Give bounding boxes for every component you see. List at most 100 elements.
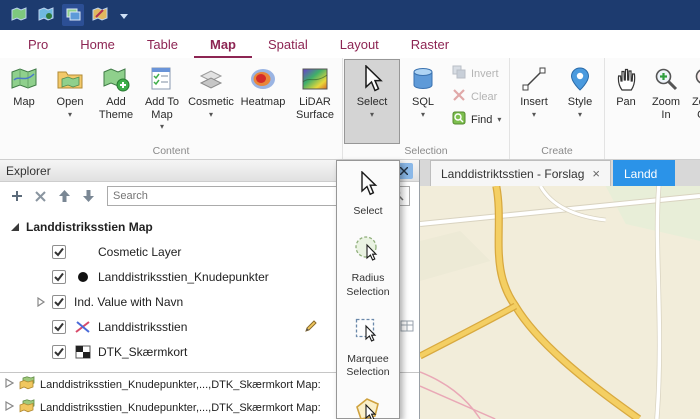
add-layer-button[interactable] — [9, 189, 24, 204]
insert-line-icon — [519, 65, 549, 93]
tab-home[interactable]: Home — [64, 30, 131, 58]
layer-checkbox[interactable] — [52, 319, 66, 334]
move-down-button[interactable] — [81, 189, 96, 204]
lidar-surface-button-label: LiDAR Surface — [296, 96, 334, 121]
lidar-surface-button[interactable]: LiDAR Surface — [289, 59, 341, 144]
qat-save-map-button[interactable] — [35, 4, 57, 26]
qat-map-button[interactable] — [8, 4, 30, 26]
map-tab-forslag[interactable]: Landdistriktsstien - Forslag × — [430, 160, 611, 186]
attribute-table-button[interactable] — [400, 319, 414, 336]
edit-layer-button[interactable] — [304, 319, 318, 336]
expander-collapsed-icon[interactable] — [5, 377, 15, 391]
pan-hand-icon — [611, 65, 641, 93]
insert-button-label: Insert — [520, 96, 548, 108]
zoom-in-button[interactable]: Zoom In — [646, 59, 686, 144]
map-icon — [9, 65, 39, 93]
qat-overflow-button[interactable] — [116, 4, 132, 26]
insert-button[interactable]: Insert ▾ — [511, 59, 557, 144]
open-button[interactable]: Open ▾ — [47, 59, 93, 144]
layer-label: Landdistriksstien_Knudepunkter — [98, 269, 269, 284]
close-icon[interactable]: × — [592, 167, 600, 180]
find-icon — [452, 111, 466, 128]
check-icon — [54, 247, 64, 257]
chevron-down-icon: ▾ — [159, 122, 164, 132]
add-theme-button[interactable]: Add Theme — [93, 59, 139, 144]
expander-collapsed-icon[interactable] — [36, 296, 52, 307]
ribbon-group-content: Map Open ▾ Add Theme Add To Map ▾ Cosmet… — [0, 58, 342, 159]
heatmap-icon — [248, 65, 278, 93]
layer-label: DTK_Skærmkort — [98, 344, 188, 359]
style-pin-icon — [565, 65, 595, 93]
map-tab-partial[interactable]: Landd — [612, 160, 675, 186]
zoom-out-button-label: Zoom Out — [691, 96, 700, 121]
polygon-selection-icon — [353, 395, 383, 419]
tab-layout[interactable]: Layout — [324, 30, 395, 58]
tab-pro[interactable]: Pro — [12, 30, 64, 58]
group-label-navigate — [606, 144, 700, 159]
arrow-down-icon — [83, 190, 94, 202]
open-button-label: Open — [56, 96, 84, 108]
menu-item-polygon-selection[interactable]: Polygon Selection — [337, 388, 399, 419]
remove-icon — [35, 190, 46, 202]
layer-checkbox[interactable] — [52, 244, 66, 259]
line-layer-icon — [74, 320, 92, 334]
layer-label: Landdistriksstien — [98, 319, 188, 334]
add-theme-button-label: Add Theme — [98, 96, 134, 121]
titlebar — [0, 0, 700, 30]
zoom-out-button[interactable]: Zoom Out — [686, 59, 700, 144]
layer-label: Cosmetic Layer — [98, 244, 182, 259]
lidar-surface-icon — [300, 65, 330, 93]
layer-checkbox[interactable] — [52, 294, 66, 309]
sql-button[interactable]: SQL ▾ — [400, 59, 446, 144]
find-button[interactable]: Find ▾ — [450, 110, 504, 129]
raster-layer-icon — [74, 345, 92, 359]
clear-icon — [452, 88, 466, 105]
map-icon — [11, 6, 27, 25]
qat-export-map-button[interactable] — [89, 4, 111, 26]
tab-raster[interactable]: Raster — [395, 30, 465, 58]
pan-button-label: Pan — [616, 96, 636, 108]
selection-small-buttons: Invert Clear Find ▾ — [446, 59, 508, 144]
chevron-down-icon: ▾ — [208, 109, 213, 119]
map-button-label: Map — [13, 96, 35, 108]
style-button-label: Style — [567, 96, 593, 108]
find-button-label: Find — [471, 113, 493, 126]
map-button[interactable]: Map — [1, 59, 47, 144]
zoom-in-icon — [651, 65, 681, 93]
cosmetic-button[interactable]: Cosmetic ▾ — [185, 59, 237, 144]
heatmap-button[interactable]: Heatmap — [237, 59, 289, 144]
remove-layer-button[interactable] — [33, 189, 48, 204]
qat-layers-button[interactable] — [62, 4, 84, 26]
tab-table[interactable]: Table — [131, 30, 194, 58]
chevron-down-icon — [120, 8, 128, 22]
menu-item-marquee-selection[interactable]: Marquee Selection — [337, 308, 399, 388]
move-up-button[interactable] — [57, 189, 72, 204]
menu-item-radius-selection[interactable]: Radius Selection — [337, 227, 399, 307]
ribbon-group-navigate: Pan Zoom In Zoom Out — [604, 58, 700, 159]
cosmetic-layers-icon — [196, 65, 226, 93]
check-icon — [54, 272, 64, 282]
map-list-item-label: Landdistriksstien_Knudepunkter,...,DTK_S… — [40, 378, 321, 391]
application-window: Pro Home Table Map Spatial Layout Raster… — [0, 0, 700, 419]
ribbon-group-create: Insert ▾ Style ▾ Create — [509, 58, 604, 159]
menu-item-label: Select — [353, 205, 383, 218]
menu-item-select[interactable]: Select — [337, 164, 399, 227]
layer-checkbox[interactable] — [52, 344, 66, 359]
select-button[interactable]: Select ▾ — [344, 59, 400, 144]
layer-checkbox[interactable] — [52, 269, 66, 284]
chevron-down-icon: ▾ — [577, 109, 582, 119]
chevron-down-icon: ▾ — [420, 109, 425, 119]
map-stack-icon — [19, 399, 35, 416]
chevron-down-icon: ▾ — [497, 114, 502, 124]
expander-collapsed-icon[interactable] — [5, 400, 15, 414]
pan-button[interactable]: Pan — [606, 59, 646, 144]
expander-expanded-icon[interactable] — [10, 222, 26, 232]
export-map-icon — [92, 6, 108, 25]
tab-map[interactable]: Map — [194, 30, 252, 58]
map-canvas[interactable] — [420, 186, 700, 419]
menu-item-label: Radius Selection — [346, 272, 390, 298]
cosmetic-button-label: Cosmetic — [188, 96, 234, 108]
tab-spatial[interactable]: Spatial — [252, 30, 324, 58]
add-to-map-button[interactable]: Add To Map ▾ — [139, 59, 185, 144]
style-button[interactable]: Style ▾ — [557, 59, 603, 144]
